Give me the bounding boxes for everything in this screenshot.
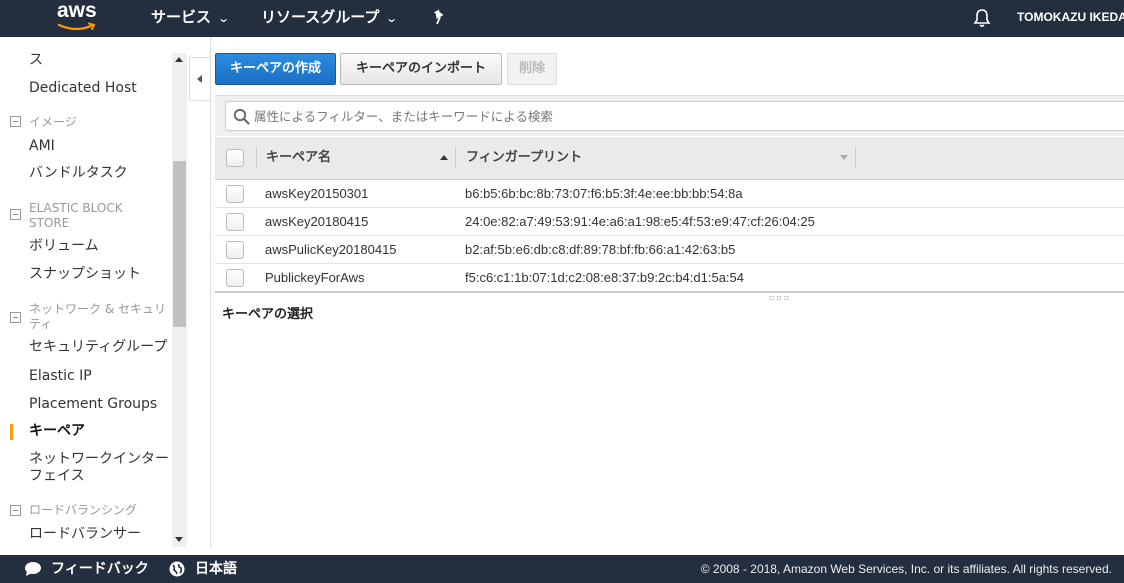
sidebar-item-key-pairs[interactable]: キーペア: [29, 423, 85, 440]
column-separator: [256, 147, 257, 169]
collapse-minus-icon: [10, 312, 21, 323]
chevron-down-icon: ⌄: [217, 12, 230, 25]
services-menu[interactable]: サービス ⌄: [151, 0, 230, 37]
key-pair-name-cell: awsKey20180415: [265, 214, 369, 229]
feedback-link[interactable]: フィードバック: [51, 555, 149, 583]
sidebar-item-security-groups[interactable]: セキュリティグループ: [29, 339, 167, 356]
row-checkbox[interactable]: [226, 241, 244, 259]
fingerprint-cell: 24:0e:82:a7:49:53:91:4e:a6:a1:98:e5:4f:5…: [465, 214, 815, 229]
resource-groups-menu[interactable]: リソースグループ ⌄: [261, 0, 398, 37]
row-checkbox[interactable]: [226, 269, 244, 287]
row-checkbox[interactable]: [226, 213, 244, 231]
top-navigation: aws サービス ⌄ リソースグループ ⌄ TOMOKAZU IKEDA: [0, 0, 1124, 37]
table-header: キーペア名 フィンガープリント: [215, 137, 1124, 180]
panel-resize-handle[interactable]: ▫▫▫: [769, 294, 791, 302]
user-menu[interactable]: TOMOKAZU IKEDA: [1017, 0, 1124, 37]
detail-panel-title: キーペアの選択: [222, 307, 314, 322]
create-key-pair-button[interactable]: キーペアの作成: [215, 53, 336, 85]
column-separator: [455, 147, 456, 169]
sidebar-section-label: ロードバランシング: [29, 503, 138, 517]
sidebar-item-label-line2: フェイス: [29, 468, 85, 484]
table-row[interactable]: awsPulicKey20180415 b2:af:5b:e6:db:c8:df…: [215, 236, 1124, 264]
chevron-down-icon: ⌄: [385, 12, 398, 25]
sidebar-item-placement-groups[interactable]: Placement Groups: [29, 396, 157, 413]
filter-bar: [215, 95, 1124, 136]
language-selector[interactable]: 日本語: [195, 555, 237, 583]
key-pair-name-cell: awsPulicKey20180415: [265, 242, 397, 257]
fingerprint-cell: b6:b5:6b:bc:8b:73:07:f6:b5:3f:4e:ee:bb:b…: [465, 186, 743, 201]
collapse-minus-icon: [10, 116, 21, 127]
search-input[interactable]: [254, 102, 1114, 130]
sort-ascending-icon[interactable]: [440, 155, 448, 160]
speech-bubble-icon: [25, 562, 41, 576]
fingerprint-cell: f5:c6:c1:1b:07:1d:c2:08:e8:37:b9:2c:b4:d…: [465, 270, 744, 285]
select-all-checkbox[interactable]: [226, 149, 244, 167]
scrollbar-thumb[interactable]: [173, 161, 186, 327]
sidebar-section-label-line2: STORE: [29, 216, 70, 230]
sort-descending-icon[interactable]: [840, 155, 848, 160]
scroll-down-arrow-icon[interactable]: [175, 537, 183, 542]
column-separator: [855, 147, 856, 169]
table-row[interactable]: awsKey20180415 24:0e:82:a7:49:53:91:4e:a…: [215, 208, 1124, 236]
import-key-pair-button[interactable]: キーペアのインポート: [340, 53, 502, 85]
pin-icon[interactable]: [432, 9, 448, 27]
table-row[interactable]: awsKey20150301 b6:b5:6b:bc:8b:73:07:f6:b…: [215, 180, 1124, 208]
sidebar-section-label: ELASTIC BLOCK: [29, 201, 123, 215]
sidebar-collapse-toggle[interactable]: [189, 57, 210, 101]
chevron-left-icon: [197, 75, 202, 83]
sidebar-item-dedicated-host[interactable]: Dedicated Host: [29, 80, 137, 97]
sidebar-item-load-balancers[interactable]: ロードバランサー: [29, 526, 141, 543]
sidebar-item-elastic-ip[interactable]: Elastic IP: [29, 368, 92, 385]
sidebar-item-network-interfaces[interactable]: ネットワークインター フェイス: [29, 451, 169, 485]
footer: フィードバック 日本語 © 2008 - 2018, Amazon Web Se…: [0, 555, 1124, 583]
sidebar-section-label-line2: ティ: [29, 317, 53, 331]
key-pair-name-cell: awsKey20150301: [265, 186, 369, 201]
bell-icon[interactable]: [972, 8, 992, 28]
sidebar-scrollbar[interactable]: [172, 53, 187, 547]
services-label: サービス: [151, 8, 212, 26]
sidebar-item-snapshots[interactable]: スナップショット: [29, 266, 141, 283]
sidebar-section-label: イメージ: [29, 115, 77, 129]
globe-icon: [169, 561, 185, 577]
key-pair-name-cell: PublickeyForAws: [265, 270, 365, 285]
table-bottom-border: [215, 291, 1124, 293]
collapse-minus-icon: [10, 209, 21, 220]
aws-logo-icon[interactable]: aws: [57, 0, 99, 34]
row-checkbox[interactable]: [226, 185, 244, 203]
active-indicator: [10, 424, 13, 440]
sidebar-item-label: ネットワークインター: [29, 451, 169, 467]
sidebar-item-ami[interactable]: AMI: [29, 138, 55, 155]
sidebar-section-label: ネットワーク & セキュリ: [29, 302, 166, 316]
resource-groups-label: リソースグループ: [261, 8, 380, 26]
column-header-fingerprint[interactable]: フィンガープリント: [466, 137, 582, 180]
sidebar-item-volumes[interactable]: ボリューム: [29, 238, 99, 255]
sidebar-item-su[interactable]: ス: [29, 52, 43, 69]
divider: [210, 37, 211, 547]
logo-text: aws: [57, 0, 97, 22]
copyright-text: © 2008 - 2018, Amazon Web Services, Inc.…: [700, 562, 1112, 576]
search-icon: [233, 108, 250, 125]
table-row[interactable]: PublickeyForAws f5:c6:c1:1b:07:1d:c2:08:…: [215, 264, 1124, 292]
scroll-up-arrow-icon[interactable]: [175, 57, 183, 62]
collapse-minus-icon: [10, 505, 21, 516]
sidebar: ス Dedicated Host イメージ AMI バンドルタスク ELASTI…: [0, 37, 172, 547]
sidebar-item-bundle-tasks[interactable]: バンドルタスク: [29, 165, 128, 182]
fingerprint-cell: b2:af:5b:e6:db:c8:df:89:78:bf:fb:66:a1:4…: [465, 242, 736, 257]
column-header-key-pair-name[interactable]: キーペア名: [266, 137, 331, 180]
delete-button: 削除: [507, 53, 557, 85]
search-box: [225, 101, 1124, 131]
